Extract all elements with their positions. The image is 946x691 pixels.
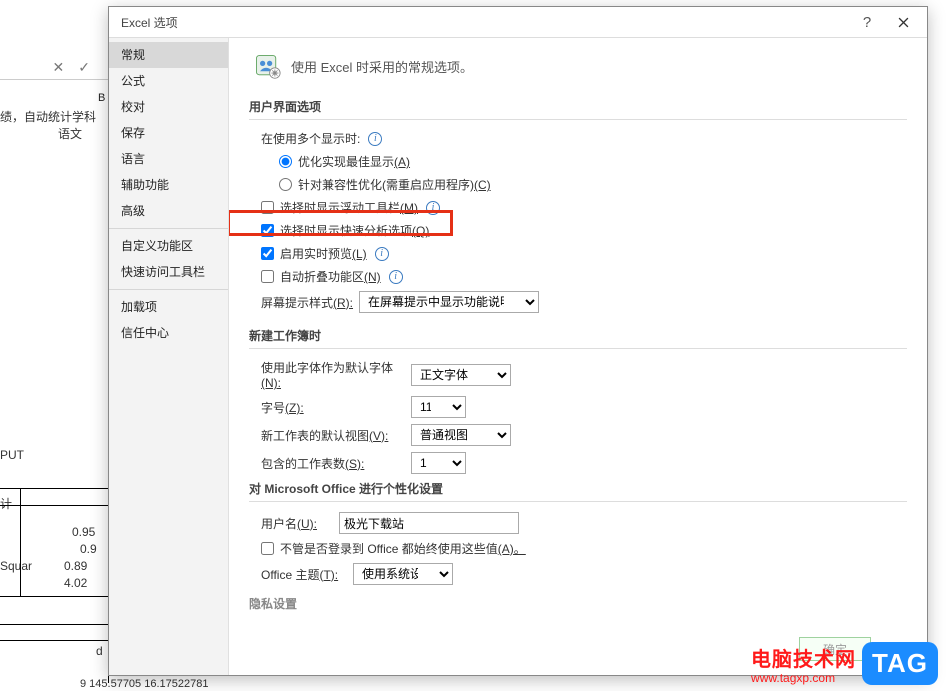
bg-num-1: 0.95 <box>72 525 95 539</box>
check-mini-toolbar-input[interactable] <box>261 201 274 214</box>
section-ui-options: 用户界面选项 <box>249 98 907 120</box>
formula-bar-fragment: ✕ ✓ <box>0 55 108 80</box>
formula-cancel: ✕ <box>53 59 65 76</box>
info-icon[interactable]: i <box>375 247 389 261</box>
default-view-select[interactable]: 普通视图 <box>411 424 511 446</box>
section-privacy: 隐私设置 <box>249 595 907 616</box>
general-heading: 使用 Excel 时采用的常规选项。 <box>291 57 473 76</box>
help-button[interactable]: ? <box>849 8 885 36</box>
radio-optimize-compat-input[interactable] <box>279 178 292 191</box>
watermark-text: 电脑技术网 <box>751 649 856 671</box>
close-button[interactable] <box>885 8 921 36</box>
check-live-preview-input[interactable] <box>261 247 274 260</box>
sidebar-item-formulas[interactable]: 公式 <box>109 68 228 94</box>
sidebar-item-customize-ribbon[interactable]: 自定义功能区 <box>109 233 228 259</box>
bg-text-2: 语文 <box>58 125 82 142</box>
sidebar-item-language[interactable]: 语言 <box>109 146 228 172</box>
section-new-workbook: 新建工作簿时 <box>249 327 907 349</box>
check-live-preview[interactable]: 启用实时预览(L) i <box>261 245 907 262</box>
default-font-label: 使用此字体作为默认字体(N): <box>261 359 411 390</box>
check-quick-analysis[interactable]: 选择时显示快速分析选项(Q) <box>261 222 907 239</box>
watermark-url: www.tagxp.com <box>751 671 856 685</box>
check-always-use-values[interactable]: 不管是否登录到 Office 都始终使用这些值(A)。 <box>261 540 907 557</box>
sidebar-item-advanced[interactable]: 高级 <box>109 198 228 224</box>
bg-text-ji: 计 <box>0 495 12 512</box>
radio-optimize-best[interactable]: 优化实现最佳显示(A) <box>279 153 907 170</box>
screentip-select[interactable]: 在屏幕提示中显示功能说明 <box>359 291 539 313</box>
username-label: 用户名(U): <box>261 515 339 532</box>
bg-num-4: 4.02 <box>64 576 87 590</box>
sidebar-item-accessibility[interactable]: 辅助功能 <box>109 172 228 198</box>
info-icon[interactable]: i <box>426 201 440 215</box>
check-mini-toolbar[interactable]: 选择时显示浮动工具栏(M) i <box>261 199 907 216</box>
info-icon[interactable]: i <box>389 270 403 284</box>
default-font-select[interactable]: 正文字体 <box>411 364 511 386</box>
check-collapse-ribbon[interactable]: 自动折叠功能区(N) i <box>261 268 907 285</box>
font-size-select[interactable]: 11 <box>411 396 466 418</box>
sidebar-item-save[interactable]: 保存 <box>109 120 228 146</box>
bg-text-put: PUT <box>0 448 24 462</box>
font-size-label: 字号(Z): <box>261 399 411 416</box>
formula-accept: ✓ <box>78 59 90 76</box>
sidebar-item-proofing[interactable]: 校对 <box>109 94 228 120</box>
options-content: 使用 Excel 时采用的常规选项。 用户界面选项 在使用多个显示时: i 优化实… <box>229 38 927 675</box>
default-view-label: 新工作表的默认视图(V): <box>261 427 411 444</box>
col-header-b: B <box>98 92 105 104</box>
dialog-titlebar: Excel 选项 ? <box>109 7 927 37</box>
sidebar-item-trust-center[interactable]: 信任中心 <box>109 320 228 346</box>
radio-optimize-best-input[interactable] <box>279 155 292 168</box>
check-collapse-ribbon-input[interactable] <box>261 270 274 283</box>
sheet-count-select[interactable]: 1 <box>411 452 466 474</box>
username-input[interactable] <box>339 512 519 534</box>
bg-text-d: d <box>96 644 103 658</box>
screentip-label: 屏幕提示样式(R): <box>261 294 353 311</box>
close-icon <box>898 17 909 28</box>
multi-display-label: 在使用多个显示时: <box>261 130 360 147</box>
info-icon[interactable]: i <box>368 132 382 146</box>
bg-num-3: 0.89 <box>64 559 87 573</box>
radio-optimize-compat[interactable]: 针对兼容性优化(需重启应用程序)(C) <box>279 176 907 193</box>
check-always-use-values-input[interactable] <box>261 542 274 555</box>
general-options-icon <box>253 52 281 80</box>
sidebar-item-addins[interactable]: 加载项 <box>109 294 228 320</box>
sheet-count-label: 包含的工作表数(S): <box>261 455 411 472</box>
office-theme-select[interactable]: 使用系统设置 <box>353 563 453 585</box>
section-personalize: 对 Microsoft Office 进行个性化设置 <box>249 480 907 502</box>
watermark-tag: TAG <box>862 642 938 685</box>
dialog-title: Excel 选项 <box>121 14 849 31</box>
bg-text-1: 绩，自动统计学科 <box>0 108 96 125</box>
sidebar-item-quick-access[interactable]: 快速访问工具栏 <box>109 259 228 285</box>
sidebar-item-general[interactable]: 常规 <box>109 42 228 68</box>
office-theme-label: Office 主题(T): <box>261 566 353 583</box>
bg-num-2: 0.9 <box>80 542 97 556</box>
options-sidebar: 常规 公式 校对 保存 语言 辅助功能 高级 自定义功能区 快速访问工具栏 加载… <box>109 38 229 675</box>
watermark: 电脑技术网 www.tagxp.com TAG <box>751 642 938 685</box>
check-quick-analysis-input[interactable] <box>261 224 274 237</box>
bg-bottom-numbers: 9 145.57705 16.17522781 <box>80 678 208 690</box>
excel-options-dialog: Excel 选项 ? 常规 公式 校对 保存 语言 辅助功能 高级 自定义功能区… <box>108 6 928 676</box>
bg-text-squar: Squar <box>0 559 32 573</box>
